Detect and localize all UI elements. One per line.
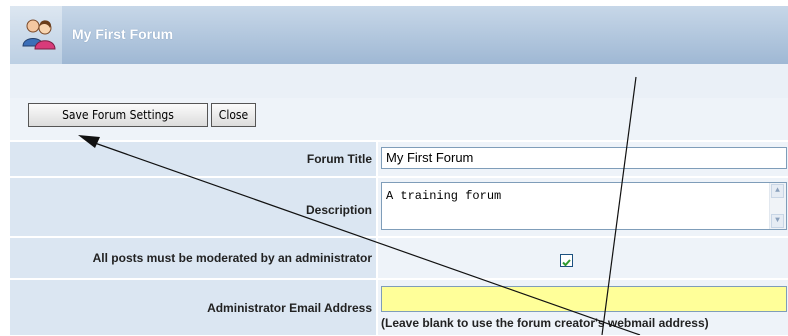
arrowhead-icon <box>78 135 100 148</box>
annotation-line <box>601 76 637 335</box>
annotation-arrow <box>78 76 641 335</box>
